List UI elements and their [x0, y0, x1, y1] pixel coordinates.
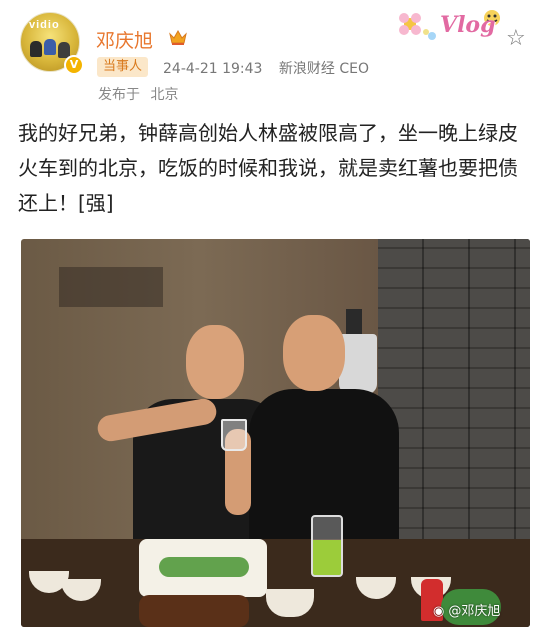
toast-glass — [221, 419, 247, 451]
vlog-sticker: Vlog — [396, 6, 512, 50]
location-value: 北京 — [150, 87, 179, 103]
post-location: 发布于 北京 — [98, 84, 178, 104]
vlog-text: Vlog — [440, 12, 496, 38]
post-source: 新浪财经 CEO — [278, 61, 369, 77]
post-meta: 24-4-21 19:43 新浪财经 CEO — [163, 58, 369, 78]
wall-frame — [59, 267, 163, 307]
status-badge: 当事人 — [97, 57, 149, 77]
verified-badge-icon: V — [64, 55, 84, 75]
green-drink-glass — [311, 515, 343, 577]
grilled-meat — [139, 595, 249, 627]
crown-icon — [169, 29, 187, 45]
person-right-head — [283, 315, 345, 391]
coat — [339, 334, 377, 394]
post-photo[interactable] — [21, 239, 530, 627]
avatar-person — [30, 41, 42, 57]
green-vegetables — [159, 557, 249, 577]
author-name[interactable]: 邓庆旭 — [96, 26, 153, 53]
watermark: ◉ @邓庆旭 — [433, 600, 500, 619]
person-left-head — [186, 325, 244, 399]
post-text: 我的好兄弟，钟薛高创始人林盛被限高了，坐一晚上绿皮火车到的北京，吃饭的时候和我说… — [18, 121, 518, 215]
avatar-text: vidio — [29, 19, 60, 31]
post-timestamp: 24-4-21 19:43 — [163, 61, 263, 77]
watermark-text: @邓庆旭 — [448, 604, 501, 619]
location-label: 发布于 — [98, 87, 140, 103]
favorite-star-icon[interactable]: ☆ — [506, 26, 526, 51]
weibo-icon: ◉ — [433, 604, 445, 619]
avatar-person — [44, 39, 56, 55]
